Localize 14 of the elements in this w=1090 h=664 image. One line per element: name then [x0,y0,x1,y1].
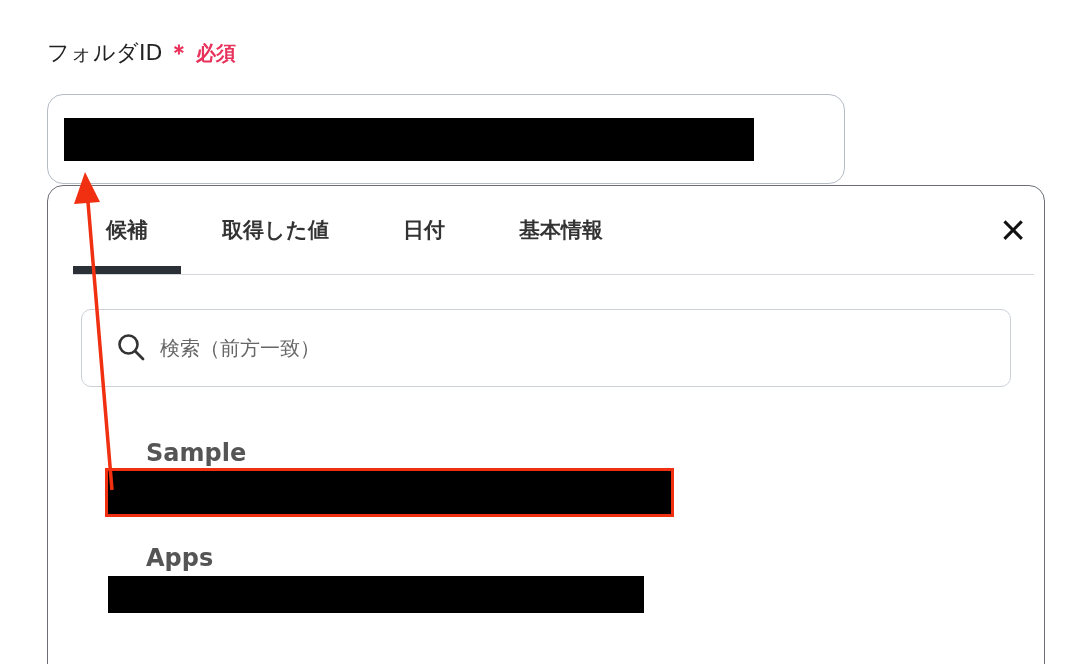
item-title: Sample [145,439,248,467]
folder-id-field[interactable] [47,94,845,184]
redacted-value[interactable] [108,576,644,613]
close-button[interactable]: × [992,186,1034,274]
tab[interactable]: 日付 [370,186,478,274]
required-mark: ＊ [168,39,191,67]
item-title: Apps [145,544,215,572]
redacted-value[interactable] [108,471,671,514]
field-label: フォルダID [47,39,163,67]
search-field[interactable]: 検索（前方一致） [81,309,1011,387]
tab[interactable]: 基本情報 [486,186,636,274]
tab[interactable]: 取得した値 [189,186,362,274]
search-icon [117,333,145,361]
required-text: 必須 [196,39,237,67]
